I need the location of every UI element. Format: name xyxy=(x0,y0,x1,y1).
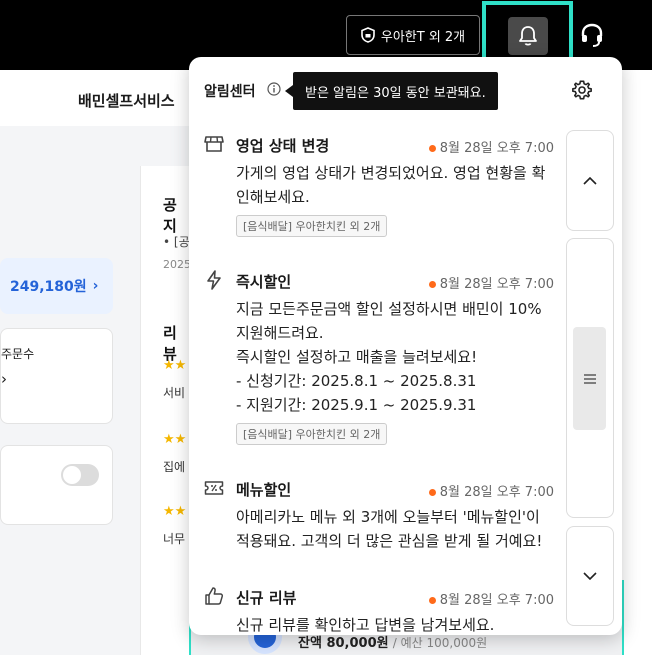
notification-body: 가게의 영업 상태가 변경되었어요. 영업 현황을 확 인해보세요. xyxy=(236,164,546,206)
star-rating: ★★ xyxy=(163,358,187,373)
order-count-card[interactable]: 주문수 › xyxy=(0,328,113,424)
notification-time: 8월 28일 오후 7:00 xyxy=(428,137,554,156)
notification-bell-button[interactable] xyxy=(508,17,548,55)
scroll-down-icon xyxy=(583,572,597,580)
list-item[interactable]: 즉시할인 8월 28일 오후 7:00 지금 모든주문금액 할인 설정하시면 배… xyxy=(204,269,554,445)
amount-chevron-icon: › xyxy=(92,278,99,294)
notification-time: 8월 28일 오후 7:00 xyxy=(428,589,554,608)
scrollbar-thumb[interactable] xyxy=(573,327,606,430)
notice-heading: 공지 xyxy=(163,196,177,235)
list-item[interactable]: 영업 상태 변경 8월 28일 오후 7:00 가게의 영업 상태가 변경되었어… xyxy=(204,133,554,237)
headset-icon[interactable] xyxy=(580,22,604,48)
notification-title: 메뉴할인 xyxy=(236,481,292,499)
toggle-switch[interactable] xyxy=(61,464,99,486)
review-snippet: 너무 xyxy=(163,532,186,546)
notice-date: 2025 xyxy=(163,258,191,271)
unread-dot xyxy=(428,597,436,604)
notification-title: 신규 리뷰 xyxy=(236,589,297,607)
order-count-label: 주문수 xyxy=(1,347,35,361)
review-snippet: 서비 xyxy=(163,386,186,400)
background-right-column: 공지 • [공 2025 리뷰 ★★ 서비 ★★ 집에 ★★ 너무 xyxy=(140,166,191,655)
notification-time: 8월 28일 오후 7:00 xyxy=(428,273,554,292)
notification-body: 신규 리뷰를 확인하고 답변을 남겨보세요. xyxy=(236,616,495,634)
scroll-up-button[interactable] xyxy=(566,130,614,231)
store-tag: [음식배달] 우아한치킨 외 2개 xyxy=(236,423,388,445)
notification-center-panel: 알림센터 받은 알림은 30일 동안 보관돼요. 영업 상태 변경 8월 28일… xyxy=(189,57,622,635)
notification-body: 아메리카노 메뉴 외 3개에 오늘부터 '메뉴할인'이 적용돼요. 고객의 더 … xyxy=(236,508,543,550)
unread-dot xyxy=(428,281,436,288)
toggle-card xyxy=(0,445,113,525)
notice-item[interactable]: • [공 xyxy=(163,233,190,250)
scroll-down-button[interactable] xyxy=(566,526,614,626)
review-snippet: 집에 xyxy=(163,460,186,474)
lightning-icon xyxy=(207,270,221,290)
list-item[interactable]: 메뉴할인 8월 28일 오후 7:00 아메리카노 메뉴 외 3개에 오늘부터 … xyxy=(204,477,554,553)
highlight-line xyxy=(622,580,624,655)
menu-lines-icon xyxy=(583,373,596,384)
thumbs-up-icon xyxy=(205,587,224,605)
retention-tooltip: 받은 알림은 30일 동안 보관돼요. xyxy=(285,72,498,110)
notification-title: 영업 상태 변경 xyxy=(236,137,330,155)
store-tag: [음식배달] 우아한치킨 외 2개 xyxy=(236,215,388,237)
panel-title: 알림센터 xyxy=(204,84,256,100)
notification-body: 지금 모든주문금액 할인 설정하시면 배민이 10% 지원해드려요. 즉시할인 … xyxy=(236,300,542,414)
unread-dot xyxy=(428,489,436,496)
background-band xyxy=(0,126,210,166)
budget-total: 예산 100,000원 xyxy=(400,636,488,650)
info-icon[interactable] xyxy=(267,82,281,96)
scroll-up-icon xyxy=(583,176,597,185)
bell-icon xyxy=(519,26,537,46)
list-item[interactable]: 신규 리뷰 8월 28일 오후 7:00 신규 리뷰를 확인하고 답변을 남겨보… xyxy=(204,585,554,635)
store-selector-label: 우아한T 외 2개 xyxy=(380,29,466,45)
tooltip-text: 받은 알림은 30일 동안 보관돼요. xyxy=(305,85,486,101)
gear-icon[interactable] xyxy=(571,79,593,101)
star-rating: ★★ xyxy=(163,432,187,447)
chevron-right-icon: › xyxy=(1,370,7,388)
notification-time: 8월 28일 오후 7:00 xyxy=(428,481,554,500)
amount-card[interactable]: 249,180원 › xyxy=(0,258,113,314)
budget-balance: 잔액 80,000원 xyxy=(298,636,389,651)
unread-dot xyxy=(428,145,436,152)
store-icon xyxy=(204,136,224,152)
amount-value: 249,180원 xyxy=(10,279,87,295)
notification-list: 영업 상태 변경 8월 28일 오후 7:00 가게의 영업 상태가 변경되었어… xyxy=(189,127,559,635)
store-selector-button[interactable]: 우아한T 외 2개 xyxy=(346,15,480,55)
star-rating: ★★ xyxy=(163,504,187,519)
notification-title: 즉시할인 xyxy=(236,273,292,291)
shield-store-icon xyxy=(361,27,375,43)
page-title: 배민셀프서비스 xyxy=(78,92,175,110)
discount-ticket-icon xyxy=(204,481,224,495)
